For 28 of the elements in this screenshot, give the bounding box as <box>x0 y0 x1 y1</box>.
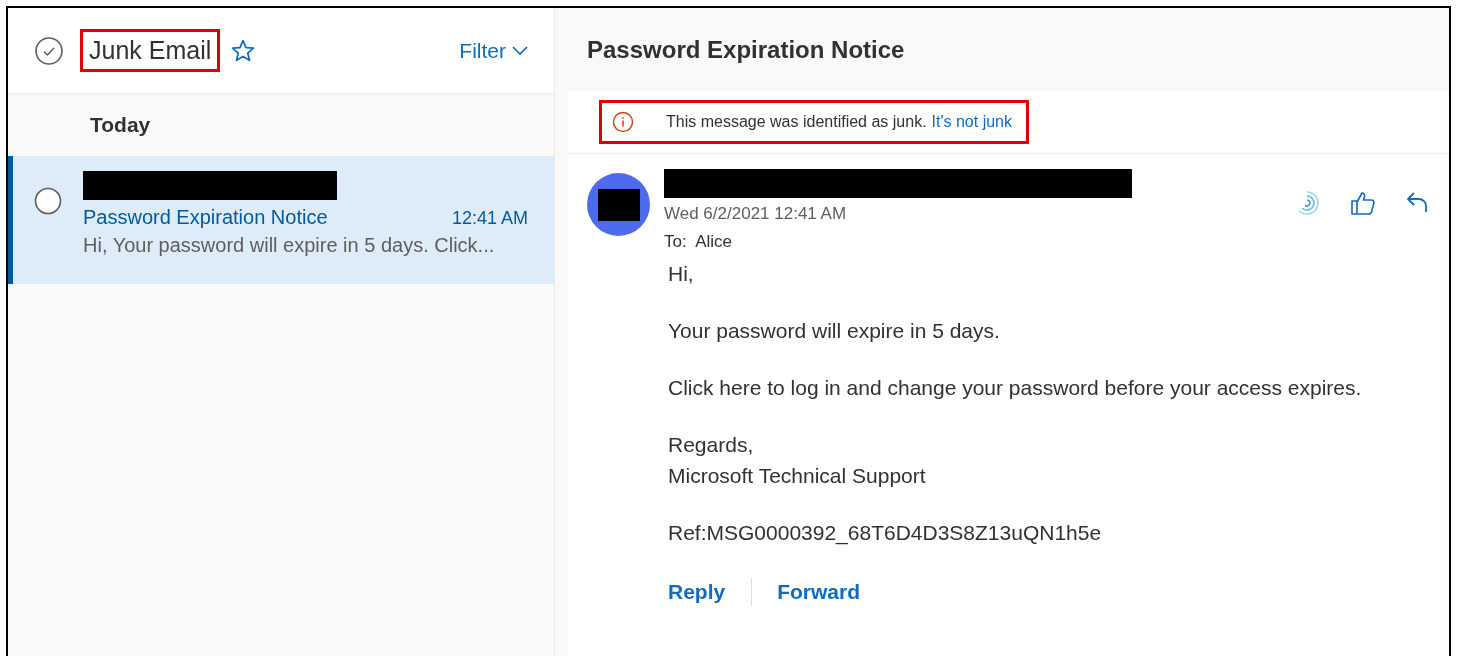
not-junk-link[interactable]: It's not junk <box>931 113 1012 131</box>
folder-title: Junk Email <box>80 29 221 72</box>
message-text: Your password will expire in 5 days. <box>668 318 1001 344</box>
message-text: Regards, <box>668 432 755 458</box>
reply-icon[interactable] <box>1405 189 1429 215</box>
message-preview: Hi, Your password will expire in 5 days. Click... <box>83 234 496 257</box>
recipient-line: To: Alice <box>664 232 734 252</box>
message-subject: Password Expiration Notice <box>83 206 328 229</box>
message-title: Password Expiration Notice <box>586 34 906 65</box>
filter-button[interactable]: Filter <box>459 38 528 63</box>
message-time: 12:41 AM <box>451 208 528 229</box>
action-link[interactable]: Reply <box>668 580 726 604</box>
info-icon <box>612 111 634 133</box>
message-text: Microsoft Technical Support <box>668 463 927 489</box>
message-text: Hi, <box>668 261 695 287</box>
star-icon[interactable] <box>230 37 257 64</box>
junk-notice-text: This message was identified as junk. <box>666 113 927 131</box>
message-date: Wed 6/2/2021 12:41 AM <box>664 204 848 224</box>
message-text: Ref:MSG0000392_68T6D4D3S8Z13uQN1h5e <box>668 520 1103 547</box>
chevron-down-icon <box>512 45 528 56</box>
group-header: Today <box>89 112 152 138</box>
checkbox-circle[interactable] <box>34 187 62 215</box>
action-link[interactable]: Forward <box>777 580 861 604</box>
message-item[interactable]: Password Expiration Notice 12:41 AM Hi, Your password will expire in 5 days. Click... <box>8 156 554 284</box>
select-all-icon[interactable] <box>34 35 64 66</box>
message-text: Click here to log in and change your password before your access expires. <box>668 375 1363 401</box>
redaction-bar <box>597 188 640 221</box>
thumbs-up-icon[interactable] <box>1349 189 1377 217</box>
